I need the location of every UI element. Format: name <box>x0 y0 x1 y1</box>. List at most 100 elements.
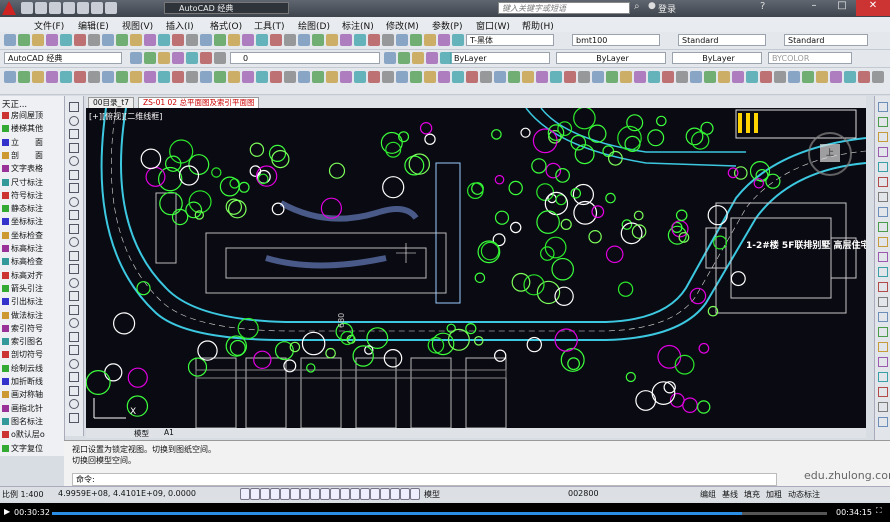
toolbar-tool-icon[interactable] <box>172 34 184 46</box>
status-toggle-icon[interactable] <box>400 488 410 500</box>
toolbar-tool-icon[interactable] <box>634 71 646 83</box>
draw-tool-icon[interactable] <box>69 223 79 234</box>
toolbar-tool-icon[interactable] <box>858 71 870 83</box>
multileader-style-combo[interactable]: Standard <box>784 34 868 46</box>
toolbar-tool-icon[interactable] <box>242 71 254 83</box>
toolbar-tool-icon[interactable] <box>690 71 702 83</box>
toolbar-tool-icon[interactable] <box>242 34 254 46</box>
plotstyle-combo[interactable]: BYCOLOR <box>768 52 852 64</box>
redo-icon[interactable] <box>105 2 117 14</box>
menu-item[interactable]: 工具(T) <box>254 19 285 32</box>
draw-tool-icon[interactable] <box>69 142 79 153</box>
toolbar-tool-icon[interactable] <box>774 71 786 83</box>
saveas-icon[interactable] <box>63 2 75 14</box>
menu-item[interactable]: 绘图(D) <box>298 19 330 32</box>
draw-tool-icon[interactable] <box>69 115 79 126</box>
minimize-button[interactable]: – <box>800 0 828 16</box>
search-icon[interactable]: ⌕ <box>634 1 640 12</box>
menu-item[interactable]: 标注(N) <box>342 19 374 32</box>
progress-track[interactable] <box>52 512 827 515</box>
toolbar-tool-icon[interactable] <box>494 71 506 83</box>
user-icon[interactable]: ● <box>648 1 656 11</box>
toolbar-tool-icon[interactable] <box>844 71 856 83</box>
open-icon[interactable] <box>35 2 47 14</box>
toolbar-tool-icon[interactable] <box>368 34 380 46</box>
toolbar-tool-icon[interactable] <box>648 71 660 83</box>
modify-tool-icon[interactable] <box>878 102 888 112</box>
undo-icon[interactable] <box>91 2 103 14</box>
menu-item[interactable]: 视图(V) <box>122 19 153 32</box>
toolbar-tool-icon[interactable] <box>116 71 128 83</box>
draw-tool-icon[interactable] <box>69 196 79 207</box>
toolbar-tool-icon[interactable] <box>102 34 114 46</box>
menu-item[interactable]: 帮助(H) <box>522 19 554 32</box>
toolbar-tool-icon[interactable] <box>424 34 436 46</box>
tangent-menu-item[interactable]: 符号标注 <box>2 190 43 201</box>
toolbar-tool-icon[interactable] <box>200 71 212 83</box>
tangent-menu-item[interactable]: 尺寸标注 <box>2 177 43 188</box>
toolbar-tool-icon[interactable] <box>312 71 324 83</box>
status-toggle-icon[interactable] <box>260 488 270 500</box>
modify-tool-icon[interactable] <box>878 267 888 277</box>
lineweight-combo[interactable]: ByLayer <box>672 52 762 64</box>
status-button[interactable]: 动态标注 <box>788 489 820 500</box>
toolbar-tool-icon[interactable] <box>130 52 142 64</box>
toolbar-tool-icon[interactable] <box>130 34 142 46</box>
tangent-menu-item[interactable]: 标高标注 <box>2 243 43 254</box>
help-icon[interactable]: ? <box>760 1 765 12</box>
status-toggle-icon[interactable] <box>240 488 250 500</box>
toolbar-tool-icon[interactable] <box>396 34 408 46</box>
toolbar-tool-icon[interactable] <box>662 71 674 83</box>
toolbar-tool-icon[interactable] <box>440 52 452 64</box>
toolbar-tool-icon[interactable] <box>256 71 268 83</box>
toolbar-tool-icon[interactable] <box>46 34 58 46</box>
toolbar-tool-icon[interactable] <box>284 34 296 46</box>
toolbar-tool-icon[interactable] <box>466 71 478 83</box>
scale-indicator[interactable]: 比例 1:400 <box>2 489 44 500</box>
toolbar-tool-icon[interactable] <box>412 52 424 64</box>
tangent-menu-item[interactable]: 画对称轴 <box>2 389 43 400</box>
draw-tool-icon[interactable] <box>69 169 79 180</box>
toolbar-tool-icon[interactable] <box>382 71 394 83</box>
toolbar-tool-icon[interactable] <box>32 34 44 46</box>
tab-a1[interactable]: A1 <box>164 428 174 437</box>
toolbar-tool-icon[interactable] <box>116 34 128 46</box>
tangent-menu-item[interactable]: 静态标注 <box>2 203 43 214</box>
workspace-select[interactable]: AutoCAD 经典 <box>4 52 122 64</box>
toolbar-tool-icon[interactable] <box>480 71 492 83</box>
status-button[interactable]: 加粗 <box>766 489 782 500</box>
tangent-menu-item[interactable]: 剖切符号 <box>2 349 43 360</box>
toolbar-tool-icon[interactable] <box>396 71 408 83</box>
tangent-menu-item[interactable]: 箭头引注 <box>2 283 43 294</box>
play-icon[interactable]: ▶ <box>4 507 10 516</box>
modify-tool-icon[interactable] <box>878 177 888 187</box>
tangent-menu-item[interactable]: 房间屋顶 <box>2 110 43 121</box>
tangent-menu-item[interactable]: 画指北针 <box>2 403 43 414</box>
print-icon[interactable] <box>77 2 89 14</box>
command-input[interactable]: 命令: <box>72 473 777 486</box>
toolbar-tool-icon[interactable] <box>130 71 142 83</box>
toolbar-tool-icon[interactable] <box>74 71 86 83</box>
toolbar-tool-icon[interactable] <box>732 71 744 83</box>
toolbar-tool-icon[interactable] <box>158 34 170 46</box>
modify-tool-icon[interactable] <box>878 117 888 127</box>
toolbar-tool-icon[interactable] <box>508 71 520 83</box>
tab-directory[interactable]: 00目录_t7 <box>88 97 135 108</box>
draw-tool-icon[interactable] <box>69 183 79 193</box>
menu-item[interactable]: 编辑(E) <box>78 19 109 32</box>
close-button[interactable]: ✕ <box>856 0 890 16</box>
toolbar-tool-icon[interactable] <box>158 52 170 64</box>
tangent-menu-item[interactable]: 做法标注 <box>2 310 43 321</box>
status-button[interactable]: 编组 <box>700 489 716 500</box>
tab-model[interactable]: 模型 <box>134 428 149 439</box>
toolbar-tool-icon[interactable] <box>144 71 156 83</box>
text-style-combo[interactable]: T-黑体 <box>466 34 554 46</box>
toolbar-tool-icon[interactable] <box>704 71 716 83</box>
draw-tool-icon[interactable] <box>69 331 79 342</box>
toolbar-tool-icon[interactable] <box>312 34 324 46</box>
toolbar-tool-icon[interactable] <box>872 71 884 83</box>
toolbar-tool-icon[interactable] <box>200 52 212 64</box>
toolbar-tool-icon[interactable] <box>172 71 184 83</box>
tangent-menu-item[interactable]: 立 面 <box>2 137 43 148</box>
tangent-menu-item[interactable]: 坐标检查 <box>2 230 43 241</box>
